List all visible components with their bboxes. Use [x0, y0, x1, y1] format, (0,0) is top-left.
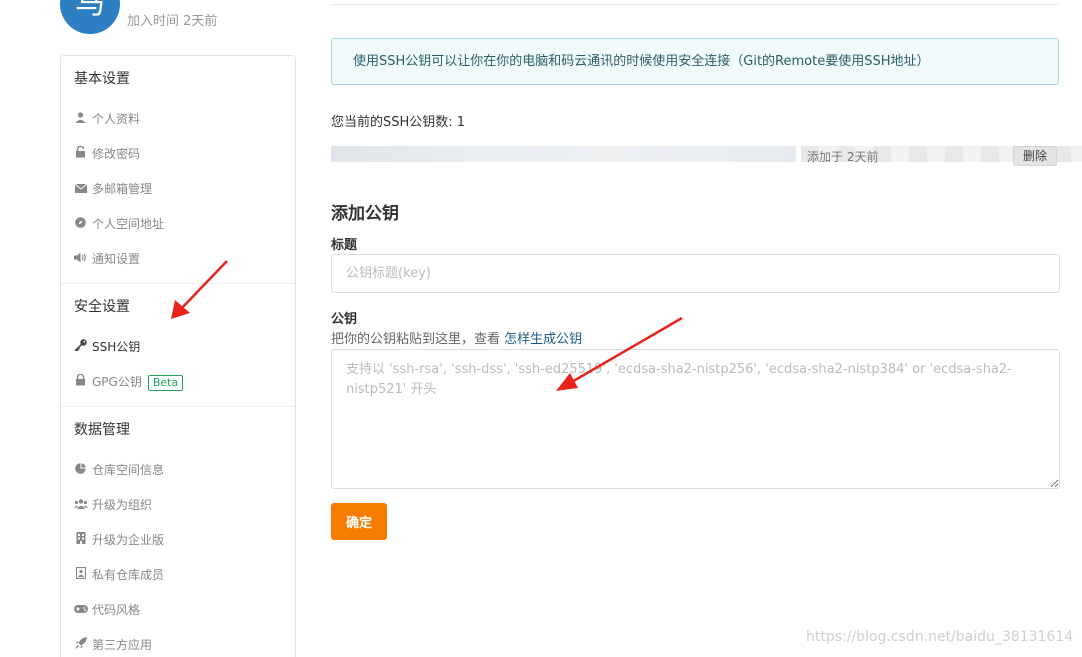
sidebar-group-title: 基本设置 [74, 71, 130, 87]
sidebar-group-data: 数据管理 仓库空间信息 升级为组织 升级为企业版 私有仓库成员 代码风格 第三方… [61, 407, 295, 657]
key-added-time: 添加于 2天前 [807, 150, 879, 164]
sidebar-item-space-address[interactable]: 个人空间地址 [61, 207, 295, 242]
beta-badge: Beta [147, 374, 184, 391]
sidebar-item-third-party-apps[interactable]: 第三方应用 [61, 628, 295, 657]
confirm-button[interactable]: 确定 [331, 503, 387, 540]
sidebar-item-ssh-keys[interactable]: SSH公钥 [61, 330, 295, 365]
id-card-icon [74, 558, 87, 593]
key-label: 公钥 [331, 312, 358, 327]
sidebar-item-private-members[interactable]: 私有仓库成员 [61, 558, 295, 593]
avatar[interactable]: 马 [60, 0, 120, 34]
watermark: https://blog.csdn.net/baidu_38131614 [806, 629, 1074, 645]
ssh-key-count: 您当前的SSH公钥数: 1 [331, 115, 466, 130]
lock-open-icon [74, 137, 87, 172]
sidebar-item-gpg-keys[interactable]: GPG公钥 Beta [61, 365, 295, 400]
title-label: 标题 [331, 238, 358, 253]
add-key-heading: 添加公钥 [331, 204, 399, 224]
users-icon [74, 488, 88, 523]
sidebar-item-emails[interactable]: 多邮箱管理 [61, 172, 295, 207]
sidebar-item-label: 个人空间地址 [92, 217, 165, 231]
lock-icon [74, 365, 87, 400]
sidebar-item-label: 个人资料 [92, 112, 141, 126]
sidebar-item-label: 升级为组织 [92, 498, 153, 512]
key-hint: 把你的公钥粘贴到这里，查看 怎样生成公钥 [331, 328, 582, 347]
sidebar-item-profile[interactable]: 个人资料 [61, 102, 295, 137]
sidebar-group-basic: 基本设置 个人资料 修改密码 多邮箱管理 个人空间地址 通知设置 [61, 56, 295, 284]
sidebar-item-code-style[interactable]: 代码风格 [61, 593, 295, 628]
sidebar-item-label: 私有仓库成员 [92, 568, 165, 582]
sidebar-item-label: 通知设置 [92, 252, 141, 266]
rocket-icon [74, 628, 87, 657]
ssh-info-banner: 使用SSH公钥可以让你在你的电脑和码云通讯的时候使用安全连接（Git的Remot… [331, 38, 1059, 85]
sidebar-item-label: 代码风格 [92, 603, 141, 617]
top-divider [331, 4, 1059, 5]
sidebar-item-label: 仓库空间信息 [92, 463, 165, 477]
delete-key-button[interactable]: 删除 [1013, 146, 1057, 166]
building-icon [74, 523, 87, 558]
sidebar-item-label: SSH公钥 [92, 340, 141, 354]
settings-sidebar: 基本设置 个人资料 修改密码 多邮箱管理 个人空间地址 通知设置 安全设置 SS… [60, 55, 296, 657]
compass-icon [74, 207, 87, 242]
key-hint-text: 把你的公钥粘贴到这里，查看 [331, 332, 505, 347]
sidebar-item-label: 第三方应用 [92, 638, 153, 652]
sidebar-item-label: 修改密码 [92, 147, 141, 161]
envelope-icon [74, 172, 87, 207]
joined-time: 加入时间 2天前 [127, 14, 218, 29]
sidebar-group-title: 数据管理 [74, 422, 130, 438]
sidebar-item-repo-space[interactable]: 仓库空间信息 [61, 453, 295, 488]
gamepad-icon [74, 593, 88, 628]
sidebar-item-upgrade-org[interactable]: 升级为组织 [61, 488, 295, 523]
sidebar-item-label: GPG公钥 [92, 375, 142, 389]
sidebar-item-upgrade-enterprise[interactable]: 升级为企业版 [61, 523, 295, 558]
key-title-input[interactable] [331, 254, 1060, 293]
sidebar-item-label: 升级为企业版 [92, 533, 165, 547]
volume-icon [74, 242, 87, 277]
public-key-textarea[interactable] [331, 349, 1060, 489]
key-icon [74, 330, 87, 365]
ssh-key-row: Y 添加于 2天前 删除 [331, 145, 1082, 167]
sidebar-item-password[interactable]: 修改密码 [61, 137, 295, 172]
pie-chart-icon [74, 453, 87, 488]
annotation-arrow-icon [556, 316, 683, 391]
user-icon [74, 102, 87, 137]
sidebar-item-label: 多邮箱管理 [92, 182, 153, 196]
redacted-key-title [331, 146, 796, 162]
annotation-arrow-icon [171, 260, 228, 319]
